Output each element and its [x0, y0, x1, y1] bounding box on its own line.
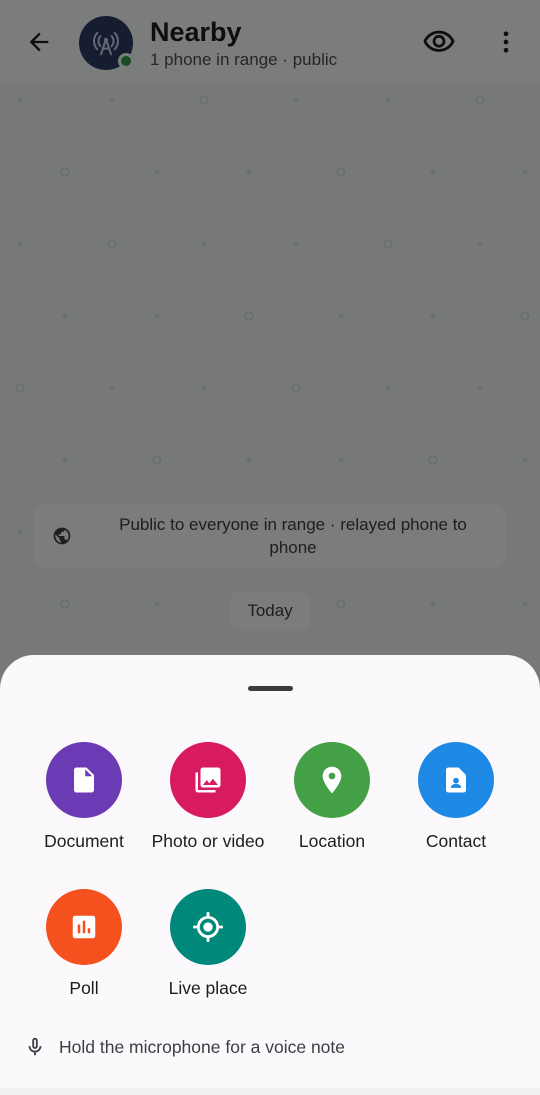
- poll-label: Poll: [69, 978, 99, 998]
- voice-note-hint: Hold the microphone for a voice note: [24, 1035, 345, 1059]
- navigation-bar-area: [0, 1088, 540, 1095]
- voice-hint-text: Hold the microphone for a voice note: [59, 1036, 345, 1057]
- contact-label: Contact: [425, 831, 487, 851]
- poll-button[interactable]: [46, 889, 122, 965]
- document-label: Document: [44, 831, 124, 851]
- drag-handle[interactable]: [248, 686, 293, 691]
- live-place-label: Live place: [168, 978, 248, 998]
- attach-poll-option[interactable]: Poll: [22, 889, 146, 1009]
- contact-button[interactable]: [418, 742, 494, 818]
- live-place-button[interactable]: [170, 889, 246, 965]
- attach-live-place-option[interactable]: Live place: [146, 889, 270, 1009]
- live-location-icon: [193, 912, 223, 942]
- location-pin-icon: [322, 766, 342, 794]
- attach-document-option[interactable]: Document: [22, 742, 146, 862]
- microphone-icon: [28, 1037, 42, 1056]
- attachment-sheet: Document Photo or video Location Contact: [0, 655, 540, 1088]
- attach-photo-option[interactable]: Photo or video: [146, 742, 270, 862]
- contact-card-icon: [446, 767, 466, 793]
- attach-contact-option[interactable]: Contact: [394, 742, 518, 862]
- poll-icon: [72, 915, 96, 939]
- location-button[interactable]: [294, 742, 370, 818]
- attach-location-option[interactable]: Location: [270, 742, 394, 862]
- photo-library-icon: [195, 767, 221, 793]
- location-label: Location: [298, 831, 366, 851]
- document-button[interactable]: [46, 742, 122, 818]
- document-icon: [74, 767, 94, 793]
- photo-video-label: Photo or video: [151, 831, 265, 851]
- photo-video-button[interactable]: [170, 742, 246, 818]
